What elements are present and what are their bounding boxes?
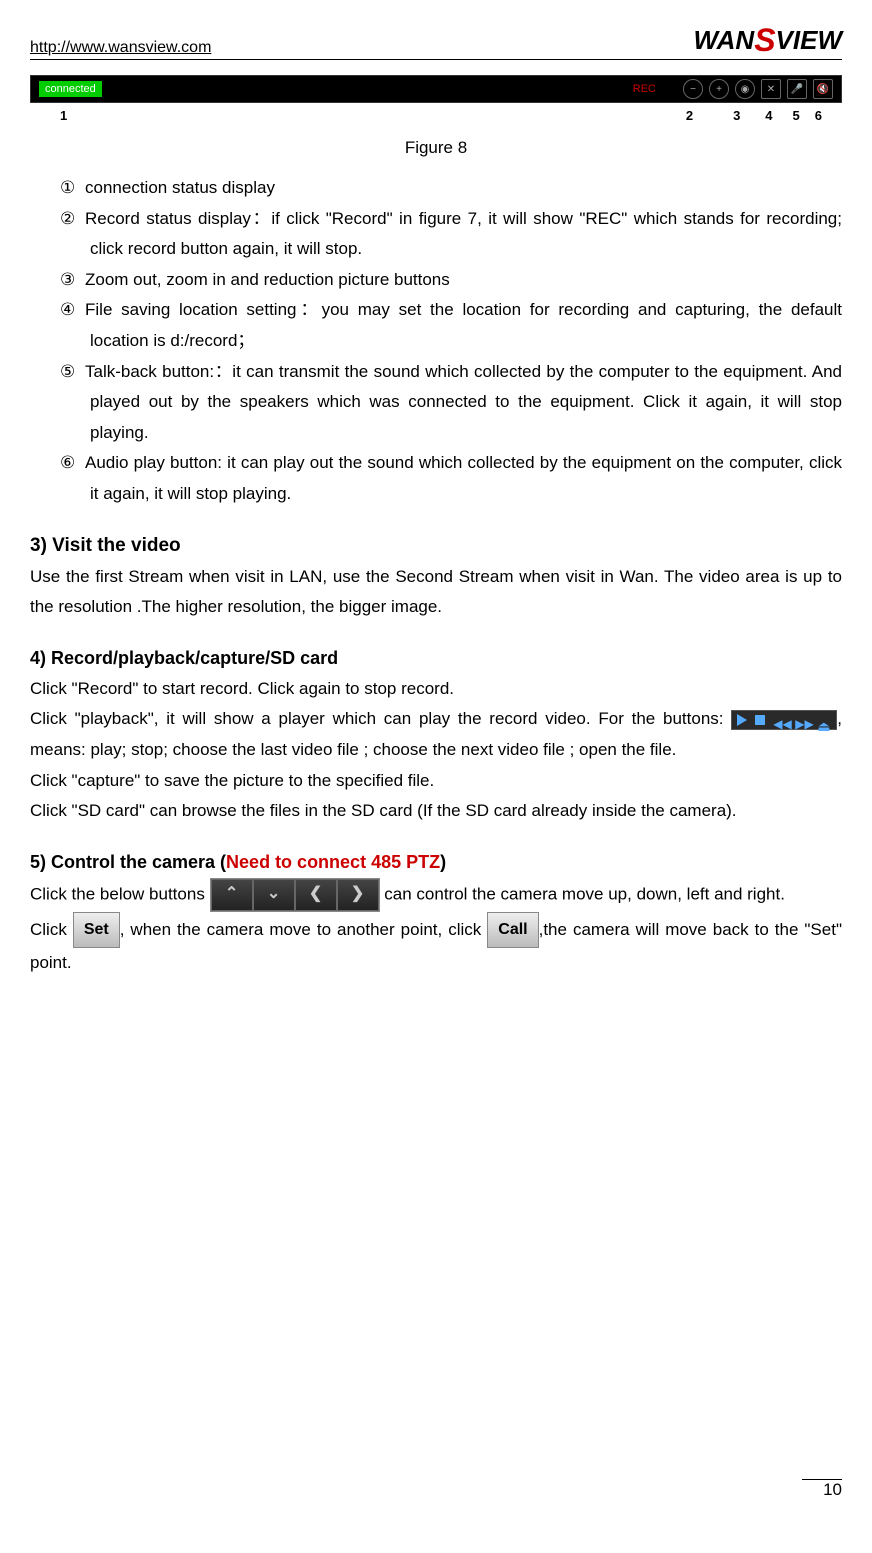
talkback-icon[interactable]: 🎤 xyxy=(787,79,807,99)
figure-callouts: 1 2 3 4 5 6 xyxy=(30,108,842,123)
play-icon xyxy=(737,714,747,726)
callout-2: 2 xyxy=(686,108,693,123)
set-button[interactable]: Set xyxy=(73,912,120,949)
section-3-heading: 3) Visit the video xyxy=(30,535,842,557)
section-5-p1: Click the below buttons ⌃ ⌄ ❮ ❯ can cont… xyxy=(30,878,842,912)
callout-6: 6 xyxy=(815,108,822,123)
brand-logo: WANSVIEW xyxy=(694,20,842,57)
down-button[interactable]: ⌄ xyxy=(253,879,295,911)
player-buttons-icon: ◀◀ ▶▶ ⏏ xyxy=(731,710,837,730)
callout-5: 5 xyxy=(793,108,800,123)
list-item: ③Zoom out, zoom in and reduction picture… xyxy=(30,265,842,296)
list-item: ①connection status display xyxy=(30,173,842,204)
prev-icon: ◀◀ xyxy=(773,714,787,726)
callout-3: 3 xyxy=(733,108,740,123)
list-item: ④File saving location setting：you may se… xyxy=(30,295,842,356)
section-3-body: Use the first Stream when visit in LAN, … xyxy=(30,562,842,623)
call-button[interactable]: Call xyxy=(487,912,538,949)
section-5-p2: Click Set, when the camera move to anoth… xyxy=(30,912,842,979)
right-button[interactable]: ❯ xyxy=(337,879,379,911)
list-item: ②Record status display：if click "Record"… xyxy=(30,204,842,265)
list-item: ⑤Talk-back button:：it can transmit the s… xyxy=(30,357,842,449)
list-item: ⑥Audio play button: it can play out the … xyxy=(30,448,842,509)
header-url: http://www.wansview.com xyxy=(30,39,211,57)
audio-icon[interactable]: 🔇 xyxy=(813,79,833,99)
figure-8: connected REC − + ◉ ✕ 🎤 🔇 1 2 3 4 5 6 Fi… xyxy=(30,75,842,158)
up-button[interactable]: ⌃ xyxy=(211,879,253,911)
section-5-heading: 5) Control the camera (Need to connect 4… xyxy=(30,852,842,873)
section-4-heading: 4) Record/playback/capture/SD card xyxy=(30,648,842,669)
section-4-p3: Click "capture" to save the picture to t… xyxy=(30,766,842,797)
section-4-p2: Click "playback", it will show a player … xyxy=(30,704,842,765)
eject-icon: ⏏ xyxy=(817,714,831,726)
reduce-icon[interactable]: ◉ xyxy=(735,79,755,99)
page-header: http://www.wansview.com WANSVIEW xyxy=(30,20,842,60)
figure-caption: Figure 8 xyxy=(30,138,842,158)
next-icon: ▶▶ xyxy=(795,714,809,726)
toolbar-icons: − + ◉ ✕ 🎤 🔇 xyxy=(683,79,833,99)
zoom-out-icon[interactable]: − xyxy=(683,79,703,99)
left-button[interactable]: ❮ xyxy=(295,879,337,911)
rec-indicator: REC xyxy=(633,83,656,95)
page-number: 10 xyxy=(823,1480,842,1500)
video-toolbar: connected REC − + ◉ ✕ 🎤 🔇 xyxy=(30,75,842,103)
settings-icon[interactable]: ✕ xyxy=(761,79,781,99)
connected-badge: connected xyxy=(39,81,102,97)
section-4-p1: Click "Record" to start record. Click ag… xyxy=(30,674,842,705)
section-4-p4: Click "SD card" can browse the files in … xyxy=(30,796,842,827)
callout-4: 4 xyxy=(765,108,772,123)
callout-1: 1 xyxy=(60,108,67,123)
figure-legend-list: ①connection status display ②Record statu… xyxy=(30,173,842,510)
zoom-in-icon[interactable]: + xyxy=(709,79,729,99)
stop-icon xyxy=(755,715,765,725)
direction-buttons: ⌃ ⌄ ❮ ❯ xyxy=(210,878,380,912)
